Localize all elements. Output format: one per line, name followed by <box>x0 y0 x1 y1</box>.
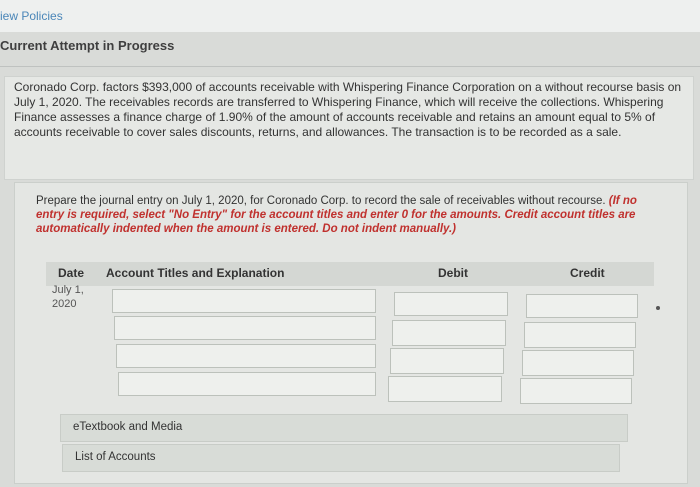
instruction-text: Prepare the journal entry on July 1, 202… <box>36 195 606 207</box>
credit-input-4[interactable] <box>520 378 632 404</box>
table-header: Date Account Titles and Explanation Debi… <box>46 262 654 286</box>
credit-input-1[interactable] <box>526 294 638 318</box>
bullet-dot <box>656 306 660 310</box>
col-account: Account Titles and Explanation <box>106 266 285 280</box>
etextbook-label: eTextbook and Media <box>73 421 183 433</box>
debit-input-2[interactable] <box>392 320 506 346</box>
debit-input-4[interactable] <box>388 376 502 402</box>
entry-date: July 1, 2020 <box>52 283 84 311</box>
view-policies-link[interactable]: iew Policies <box>0 9 63 23</box>
account-input-4[interactable] <box>118 372 376 396</box>
problem-text: Coronado Corp. factors $393,000 of accou… <box>14 80 682 139</box>
date-line-1: July 1, <box>52 284 84 296</box>
debit-input-3[interactable] <box>390 348 504 374</box>
account-input-3[interactable] <box>116 344 376 368</box>
top-bar: iew Policies <box>0 0 700 32</box>
attempt-status: Current Attempt in Progress <box>0 38 175 53</box>
col-date: Date <box>58 266 85 280</box>
col-debit: Debit <box>438 266 468 280</box>
list-of-accounts-link[interactable]: List of Accounts <box>62 444 620 472</box>
list-of-accounts-label: List of Accounts <box>75 451 156 463</box>
account-input-1[interactable] <box>112 289 376 313</box>
date-line-2: 2020 <box>52 298 77 310</box>
debit-input-1[interactable] <box>394 292 508 316</box>
etextbook-link[interactable]: eTextbook and Media <box>60 414 628 442</box>
credit-input-2[interactable] <box>524 322 636 348</box>
task-instruction: Prepare the journal entry on July 1, 202… <box>36 194 666 236</box>
account-input-2[interactable] <box>114 316 376 340</box>
divider <box>0 66 700 67</box>
credit-input-3[interactable] <box>522 350 634 376</box>
col-credit: Credit <box>570 266 605 280</box>
